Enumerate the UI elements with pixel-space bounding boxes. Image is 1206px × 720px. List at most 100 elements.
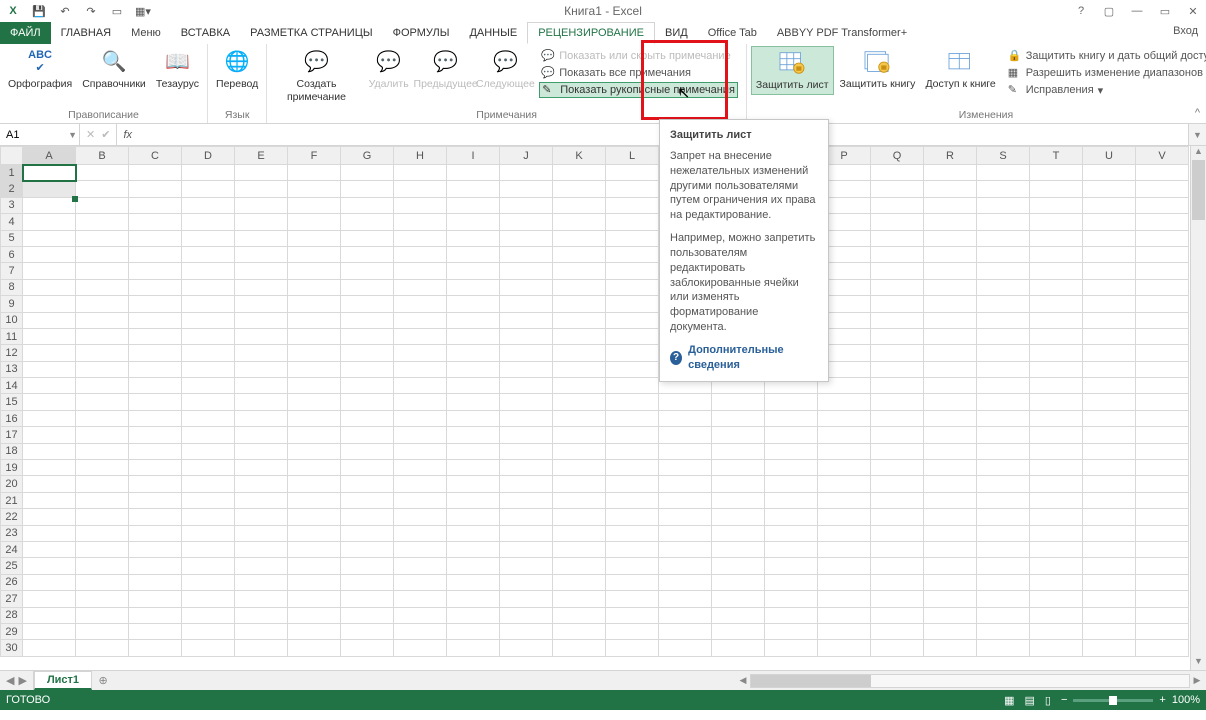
cell[interactable] <box>447 345 500 361</box>
cell[interactable] <box>182 165 235 181</box>
track-changes-button[interactable]: ✎Исправления ▾ <box>1006 82 1206 98</box>
cell[interactable] <box>288 279 341 295</box>
cell[interactable] <box>76 279 129 295</box>
cell[interactable] <box>1083 263 1136 279</box>
cell[interactable] <box>500 181 553 197</box>
cell[interactable] <box>129 410 182 426</box>
cell[interactable] <box>1083 410 1136 426</box>
cell[interactable] <box>1083 246 1136 262</box>
cell[interactable] <box>341 394 394 410</box>
cell[interactable] <box>23 361 76 377</box>
cell[interactable] <box>447 443 500 459</box>
cell[interactable] <box>394 312 447 328</box>
cell[interactable] <box>76 492 129 508</box>
cell[interactable] <box>924 230 977 246</box>
cell[interactable] <box>553 509 606 525</box>
cell[interactable] <box>500 640 553 656</box>
cell[interactable] <box>76 378 129 394</box>
cell[interactable] <box>23 509 76 525</box>
cell[interactable] <box>1083 230 1136 246</box>
cell[interactable] <box>394 574 447 590</box>
row-header-2[interactable]: 2 <box>1 181 23 197</box>
cell[interactable] <box>500 443 553 459</box>
cell[interactable] <box>606 574 659 590</box>
cell[interactable] <box>23 181 76 197</box>
cell[interactable] <box>394 558 447 574</box>
cell[interactable] <box>182 591 235 607</box>
cell[interactable] <box>394 165 447 181</box>
cell[interactable] <box>288 361 341 377</box>
cell[interactable] <box>341 492 394 508</box>
cell[interactable] <box>553 427 606 443</box>
col-header-L[interactable]: L <box>606 147 659 165</box>
cell[interactable] <box>1030 328 1083 344</box>
tab-insert[interactable]: ВСТАВКА <box>171 22 240 44</box>
cell[interactable] <box>288 230 341 246</box>
cell[interactable] <box>76 296 129 312</box>
col-header-T[interactable]: T <box>1030 147 1083 165</box>
col-header-U[interactable]: U <box>1083 147 1136 165</box>
cell[interactable] <box>288 263 341 279</box>
row-header-24[interactable]: 24 <box>1 541 23 557</box>
cell[interactable] <box>288 378 341 394</box>
fx-label[interactable]: fx <box>117 124 138 145</box>
cell[interactable] <box>871 541 924 557</box>
cell[interactable] <box>129 279 182 295</box>
spelling-button[interactable]: ABC✔ Орфография <box>4 46 76 93</box>
protect-book-button[interactable]: Защитить книгу <box>836 46 920 93</box>
help-icon[interactable]: ? <box>1072 5 1090 17</box>
cell[interactable] <box>1083 214 1136 230</box>
cell[interactable] <box>76 623 129 639</box>
cell[interactable] <box>447 165 500 181</box>
cell[interactable] <box>712 509 765 525</box>
cell[interactable] <box>235 230 288 246</box>
cell[interactable] <box>1136 214 1189 230</box>
cell[interactable] <box>553 165 606 181</box>
cell[interactable] <box>394 623 447 639</box>
cell[interactable] <box>977 443 1030 459</box>
cell[interactable] <box>924 640 977 656</box>
cell[interactable] <box>977 410 1030 426</box>
col-header-I[interactable]: I <box>447 147 500 165</box>
cell[interactable] <box>818 541 871 557</box>
cell[interactable] <box>924 378 977 394</box>
cell[interactable] <box>1030 591 1083 607</box>
cell[interactable] <box>23 640 76 656</box>
cell[interactable] <box>76 165 129 181</box>
translate-button[interactable]: 🌐 Перевод <box>212 46 262 93</box>
cell[interactable] <box>447 492 500 508</box>
cell[interactable] <box>606 394 659 410</box>
cell[interactable] <box>606 476 659 492</box>
cell[interactable] <box>765 410 818 426</box>
cell[interactable] <box>1136 640 1189 656</box>
row-header-14[interactable]: 14 <box>1 378 23 394</box>
tab-view[interactable]: ВИД <box>655 22 698 44</box>
signin-link[interactable]: Вход <box>1173 25 1198 37</box>
cell[interactable] <box>288 460 341 476</box>
cell[interactable] <box>235 394 288 410</box>
row-header-12[interactable]: 12 <box>1 345 23 361</box>
cell[interactable] <box>129 509 182 525</box>
cell[interactable] <box>23 378 76 394</box>
cell[interactable] <box>447 476 500 492</box>
cell[interactable] <box>977 394 1030 410</box>
cell[interactable] <box>235 197 288 213</box>
cell[interactable] <box>1030 165 1083 181</box>
cell[interactable] <box>394 263 447 279</box>
cell[interactable] <box>871 345 924 361</box>
cell[interactable] <box>447 460 500 476</box>
cell[interactable] <box>871 509 924 525</box>
cell[interactable] <box>924 410 977 426</box>
row-header-18[interactable]: 18 <box>1 443 23 459</box>
cell[interactable] <box>129 165 182 181</box>
cell[interactable] <box>659 591 712 607</box>
cell[interactable] <box>500 197 553 213</box>
cell[interactable] <box>977 378 1030 394</box>
cell[interactable] <box>606 279 659 295</box>
cell[interactable] <box>1083 492 1136 508</box>
cell[interactable] <box>182 279 235 295</box>
tab-abbyy[interactable]: ABBYY PDF Transformer+ <box>767 22 917 44</box>
cell[interactable] <box>1030 296 1083 312</box>
scroll-thumb[interactable] <box>1192 160 1205 220</box>
cell[interactable] <box>606 181 659 197</box>
